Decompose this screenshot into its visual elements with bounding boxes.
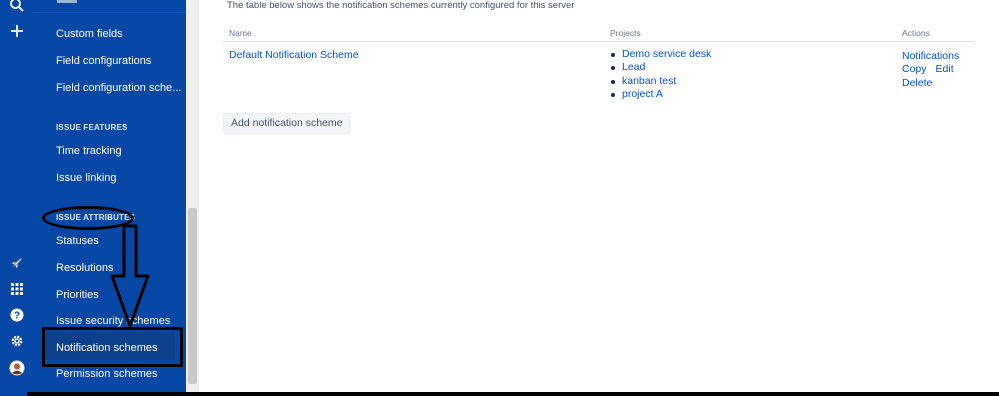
page-description: The table below shows the notification s… [227,0,575,11]
project-link[interactable]: Lead [610,61,711,74]
settings-icon[interactable] [0,328,33,354]
sidebar-item-time-tracking[interactable]: Time tracking [56,144,122,158]
annotation-down-arrow [110,224,150,328]
sidebar-divider [33,12,199,13]
sidebar-item-resolutions[interactable]: Resolutions [56,261,113,275]
project-link[interactable]: Demo service desk [610,48,711,61]
notifications-link[interactable]: Notifications [902,50,959,62]
add-notification-scheme-button[interactable]: Add notification scheme [223,113,351,134]
annotation-rectangle [42,327,183,367]
sidebar-item-field-configuration-schemes[interactable]: Field configuration sche... [56,81,181,95]
rocket-icon[interactable] [0,250,33,276]
projects-list: Demo service desk Lead kanban test proje… [610,48,711,101]
search-icon[interactable] [0,0,33,18]
project-link[interactable]: project A [610,88,711,101]
scheme-name-link[interactable]: Default Notification Scheme [229,49,359,61]
sidebar-item-priorities[interactable]: Priorities [56,288,99,302]
main-content: The table below shows the notification s… [199,0,999,392]
table-header-divider [223,41,975,42]
sidebar-item-issue-linking[interactable]: Issue linking [56,171,117,185]
svg-text:?: ? [13,311,19,322]
column-header-actions: Actions [902,28,930,38]
sidebar-item-permission-schemes[interactable]: Permission schemes [56,367,157,381]
sidebar-item-statuses[interactable]: Statuses [56,234,99,248]
app-switcher-icon[interactable] [0,276,33,302]
column-header-name: Name [229,28,252,38]
global-nav-rail: ? [0,0,33,396]
help-icon[interactable]: ? [0,302,33,328]
edit-link[interactable]: Edit [936,63,954,75]
column-header-projects: Projects [610,28,641,38]
project-link[interactable]: kanban test [610,75,711,88]
copy-link[interactable]: Copy [902,63,927,75]
sidebar-section-heading-clipped [57,0,177,4]
bottom-bar [27,392,999,396]
avatar[interactable] [0,355,33,381]
sidebar-item-custom-fields[interactable]: Custom fields [56,27,123,41]
sidebar-scrollbar-thumb[interactable] [188,208,197,384]
sidebar-section-issue-features: ISSUE FEATURES [56,123,128,132]
sidebar-item-field-configurations[interactable]: Field configurations [56,54,151,68]
actions-cell: Notifications Copy Edit Delete [902,48,968,89]
delete-link[interactable]: Delete [902,77,932,89]
plus-icon[interactable] [0,18,33,44]
